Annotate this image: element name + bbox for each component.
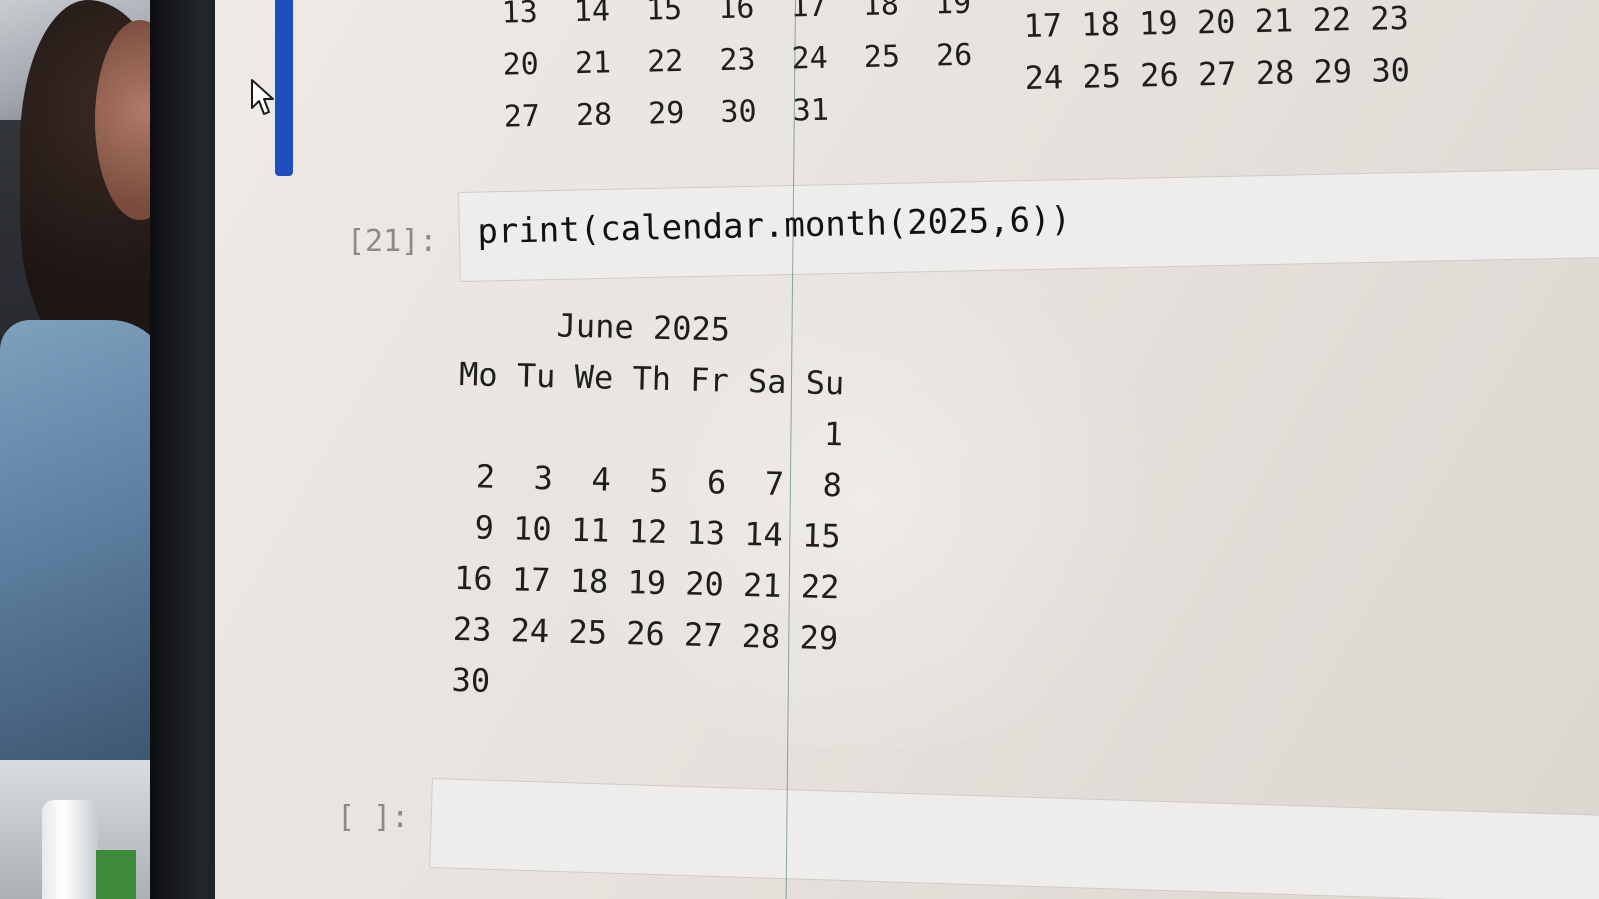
bottle	[42, 800, 98, 899]
previous-output-right: 17 18 19 20 21 22 23 24 25 26 27 28 29 3…	[1023, 0, 1411, 97]
empty-cell-prompt: [ ]:	[337, 800, 410, 835]
mouse-cursor-icon	[251, 79, 274, 115]
calendar-output: June 2025 Mo Tu We Th Fr Sa Su 1 2 3 4 5…	[451, 303, 845, 700]
empty-code-cell-input[interactable]	[429, 778, 1599, 899]
person-shirt	[0, 320, 170, 760]
cell-prompt: [21]:	[347, 224, 438, 259]
green-object	[96, 850, 136, 899]
previous-output-left: 13 14 15 16 17 18 19 20 21 22 23 24 25 2…	[483, 0, 973, 135]
active-cell-marker[interactable]	[275, 0, 293, 176]
photo: 13 14 15 16 17 18 19 20 21 22 23 24 25 2…	[0, 0, 1599, 899]
monitor-screen: 13 14 15 16 17 18 19 20 21 22 23 24 25 2…	[215, 0, 1599, 899]
